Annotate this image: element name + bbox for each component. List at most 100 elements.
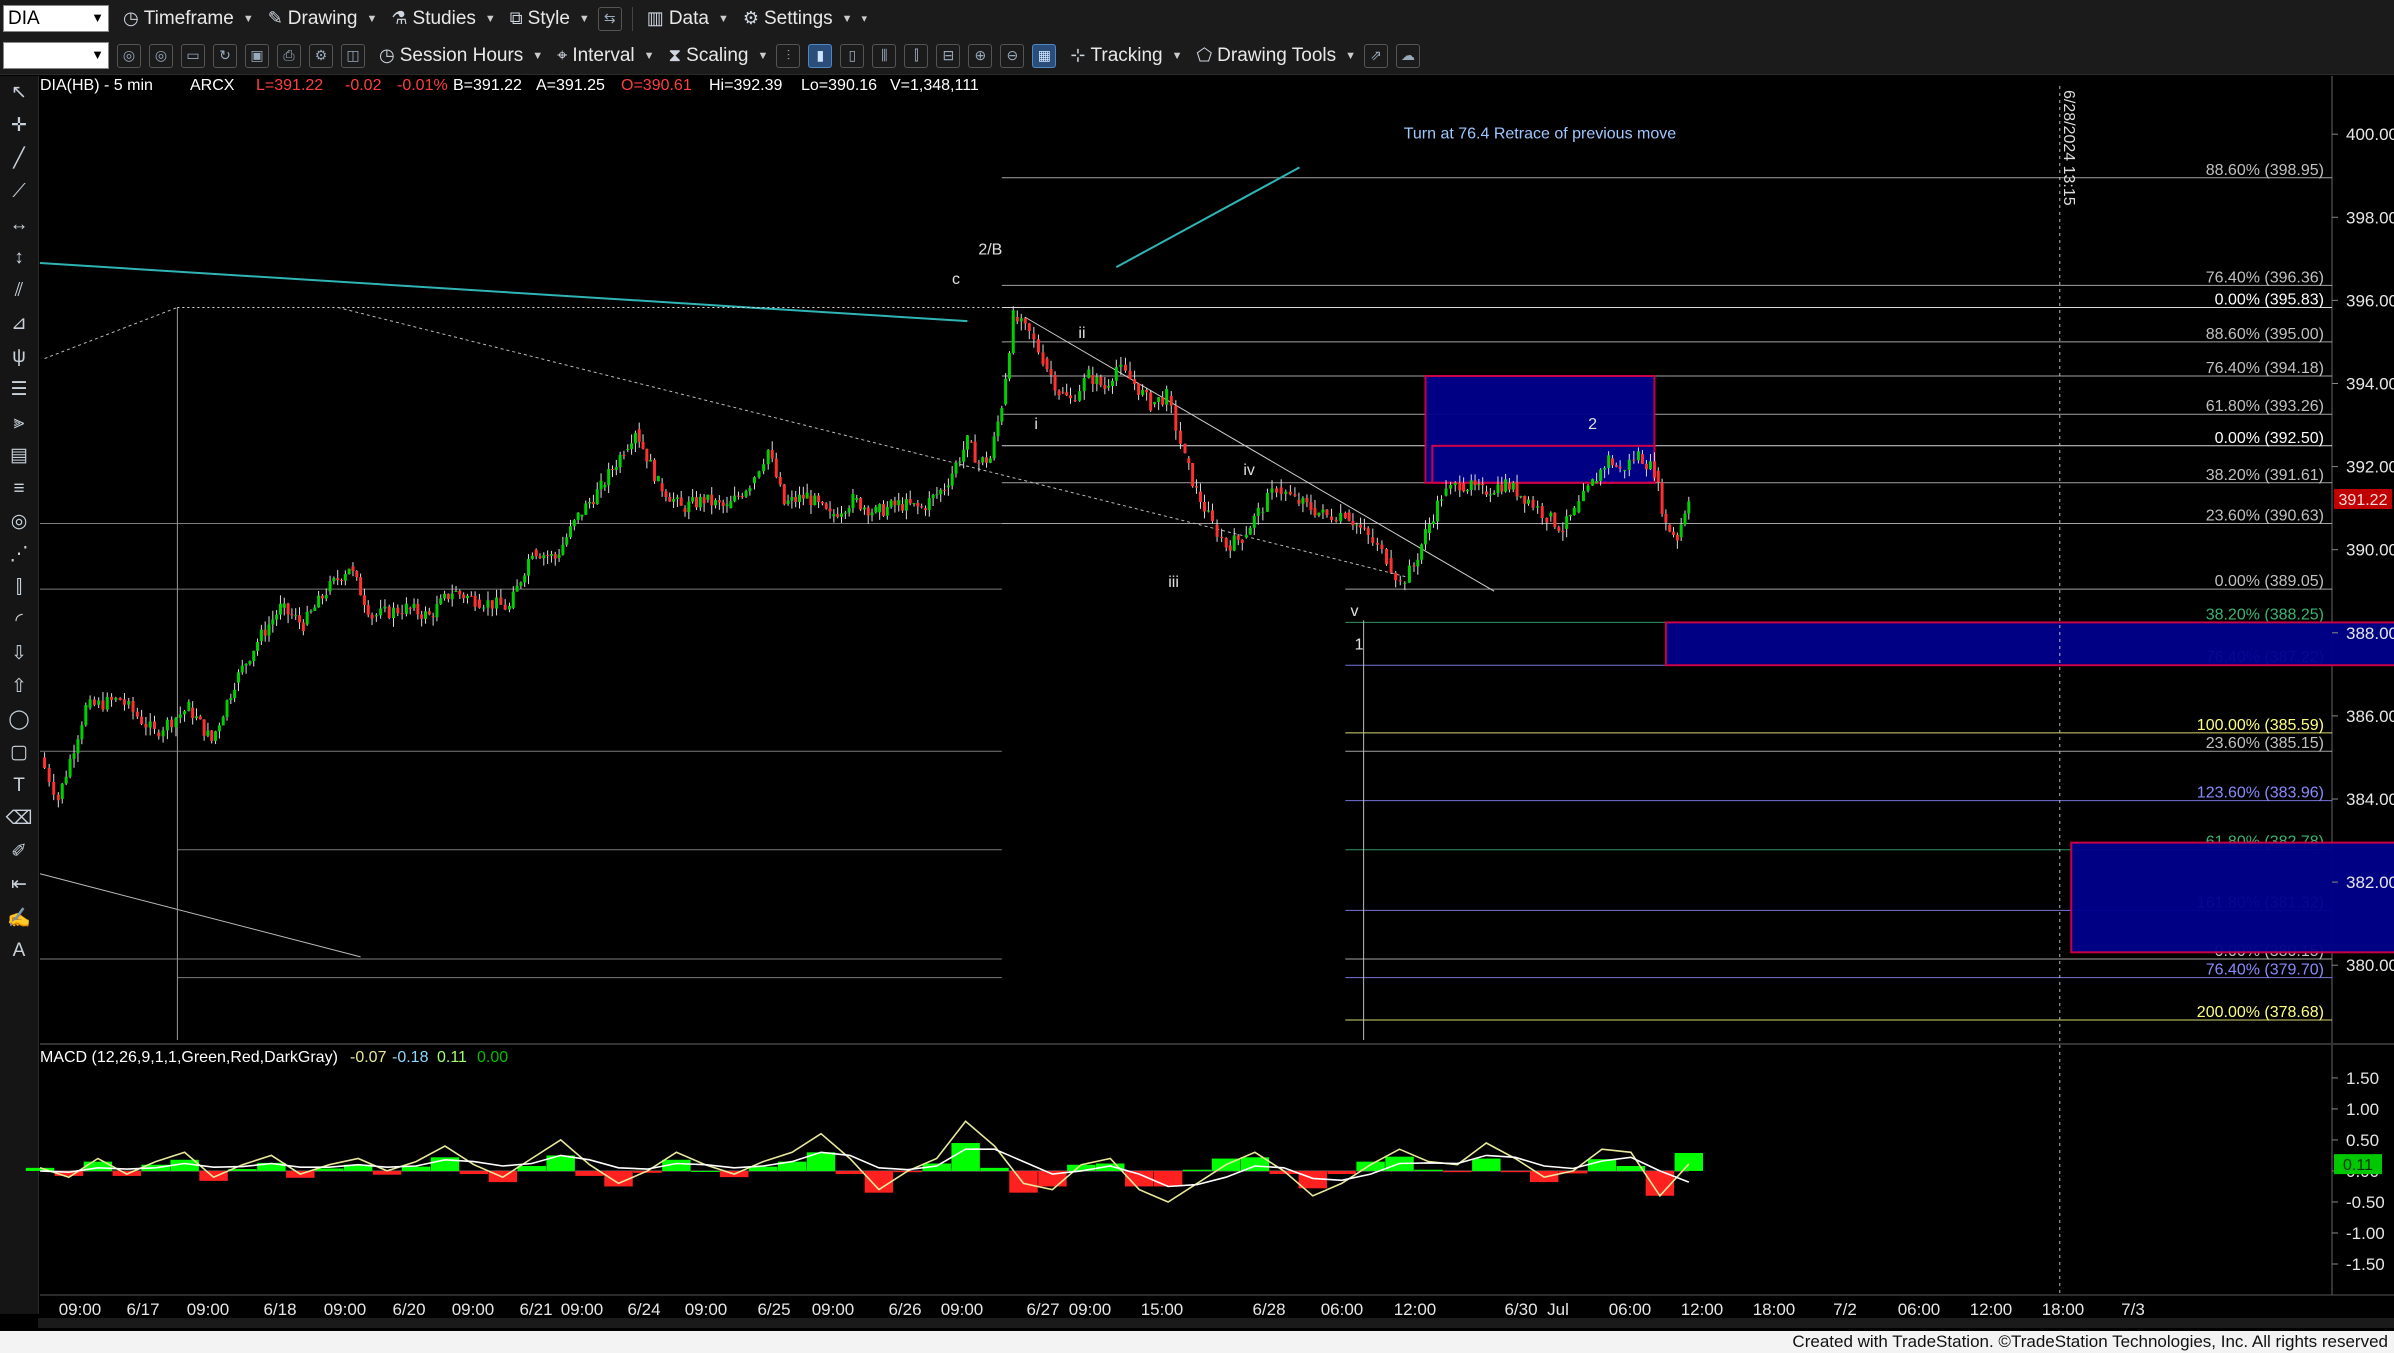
candle-body bbox=[72, 753, 76, 759]
candle-body bbox=[523, 575, 527, 583]
candle-body bbox=[1449, 485, 1453, 489]
candle-body bbox=[946, 485, 950, 488]
candle-body bbox=[985, 457, 989, 463]
macd-histogram-bar bbox=[1153, 1170, 1183, 1187]
candle-body bbox=[278, 603, 282, 615]
candle-body bbox=[630, 443, 634, 449]
price-pane-bg bbox=[40, 76, 2330, 1040]
candle-body bbox=[878, 504, 882, 513]
candle-body bbox=[1073, 400, 1077, 402]
time-tick-label: 12:00 bbox=[1970, 1300, 2013, 1319]
candle-body bbox=[1078, 391, 1082, 401]
candle-body bbox=[1288, 491, 1292, 495]
candle-body bbox=[1595, 481, 1599, 484]
candle-body bbox=[1330, 516, 1334, 521]
candle-body bbox=[486, 600, 490, 608]
candle-body bbox=[744, 491, 748, 497]
candle-body bbox=[118, 698, 122, 700]
candle-body bbox=[1504, 479, 1508, 492]
fib-level-label: 76.40% (394.18) bbox=[2206, 360, 2324, 377]
candle-body bbox=[874, 506, 878, 513]
candle-body bbox=[1581, 490, 1585, 502]
price-tick-label: 386.00 bbox=[2346, 707, 2394, 726]
candle-body bbox=[1057, 390, 1061, 396]
candle-body bbox=[1041, 352, 1045, 365]
candle-body bbox=[1488, 494, 1492, 496]
candle-body bbox=[908, 499, 912, 504]
candle-body bbox=[458, 590, 462, 595]
candle-body bbox=[1187, 458, 1191, 464]
candle-body bbox=[1371, 537, 1375, 543]
candle-body bbox=[652, 459, 656, 482]
macd-histogram-bar bbox=[1182, 1169, 1212, 1171]
last-price: L=391.22 bbox=[256, 77, 323, 94]
candle-body bbox=[469, 595, 473, 597]
candle-body bbox=[1325, 509, 1329, 516]
candle-body bbox=[1549, 512, 1553, 517]
candle-body bbox=[387, 606, 391, 619]
candle-body bbox=[542, 555, 546, 559]
candle-body bbox=[286, 603, 290, 615]
candle-body bbox=[229, 698, 233, 701]
candle-body bbox=[194, 716, 198, 719]
candle-body bbox=[1545, 517, 1549, 523]
fib-level-label: 0.00% (395.83) bbox=[2215, 291, 2324, 308]
time-tick-label: 09:00 bbox=[59, 1300, 102, 1319]
candle-body bbox=[1297, 499, 1301, 504]
macd-tick-label: -1.00 bbox=[2346, 1224, 2385, 1243]
candle-body bbox=[153, 721, 156, 729]
candle-body bbox=[714, 500, 718, 506]
candle-body bbox=[1465, 490, 1469, 492]
macd-signal-line bbox=[39, 1148, 1690, 1188]
candle-body bbox=[256, 641, 260, 651]
candle-body bbox=[183, 711, 187, 715]
candle-body bbox=[1389, 558, 1393, 573]
candle-body bbox=[923, 508, 927, 510]
candle-body bbox=[664, 491, 668, 498]
candle-body bbox=[832, 514, 836, 517]
time-tick-label: 6/27 bbox=[1026, 1300, 1059, 1319]
time-tick-label: 15:00 bbox=[1141, 1300, 1184, 1319]
time-scrollbar[interactable] bbox=[38, 1318, 2394, 1328]
candle-body bbox=[178, 714, 182, 718]
candle-body bbox=[214, 731, 218, 741]
candle-body bbox=[855, 498, 859, 500]
candle-body bbox=[490, 600, 494, 609]
candle-body bbox=[221, 717, 225, 726]
candle-body bbox=[595, 489, 599, 505]
candle-body bbox=[1652, 461, 1656, 478]
candle-body bbox=[511, 591, 515, 608]
macd-value: -0.07 bbox=[350, 1049, 387, 1066]
candle-body bbox=[1351, 520, 1355, 526]
candle-body bbox=[396, 607, 400, 614]
price-chart[interactable]: 88.60% (398.95) 76.40% (396.36) 0.00% (395… bbox=[0, 0, 2394, 1353]
candle-body bbox=[1045, 358, 1049, 370]
candle-body bbox=[499, 597, 503, 605]
candle-body bbox=[336, 578, 340, 580]
wave-label: c bbox=[952, 271, 960, 288]
candle-body bbox=[80, 725, 84, 740]
candle-body bbox=[1220, 536, 1224, 538]
candle-body bbox=[56, 794, 60, 801]
candle-body bbox=[122, 699, 126, 705]
candle-body bbox=[698, 496, 702, 508]
candle-body bbox=[706, 494, 710, 500]
candle-body bbox=[1679, 524, 1683, 538]
candle-body bbox=[584, 503, 588, 515]
candle-body bbox=[752, 477, 756, 484]
candle-body bbox=[626, 448, 630, 450]
candle-body bbox=[131, 700, 135, 712]
bid-price: B=391.22 bbox=[453, 77, 522, 94]
candle-body bbox=[962, 449, 966, 462]
candle-body bbox=[546, 555, 550, 557]
time-tick-label: 6/25 bbox=[757, 1300, 790, 1319]
candle-body bbox=[641, 441, 645, 449]
candle-body bbox=[1355, 524, 1359, 526]
fib-level-label: 200.00% (378.68) bbox=[2197, 1004, 2324, 1021]
candle-body bbox=[148, 721, 152, 728]
candle-body bbox=[206, 730, 210, 736]
candle-body bbox=[362, 595, 366, 605]
candle-body bbox=[1412, 565, 1416, 567]
macd-histogram-bar bbox=[1443, 1170, 1472, 1173]
candle-body bbox=[935, 494, 939, 496]
